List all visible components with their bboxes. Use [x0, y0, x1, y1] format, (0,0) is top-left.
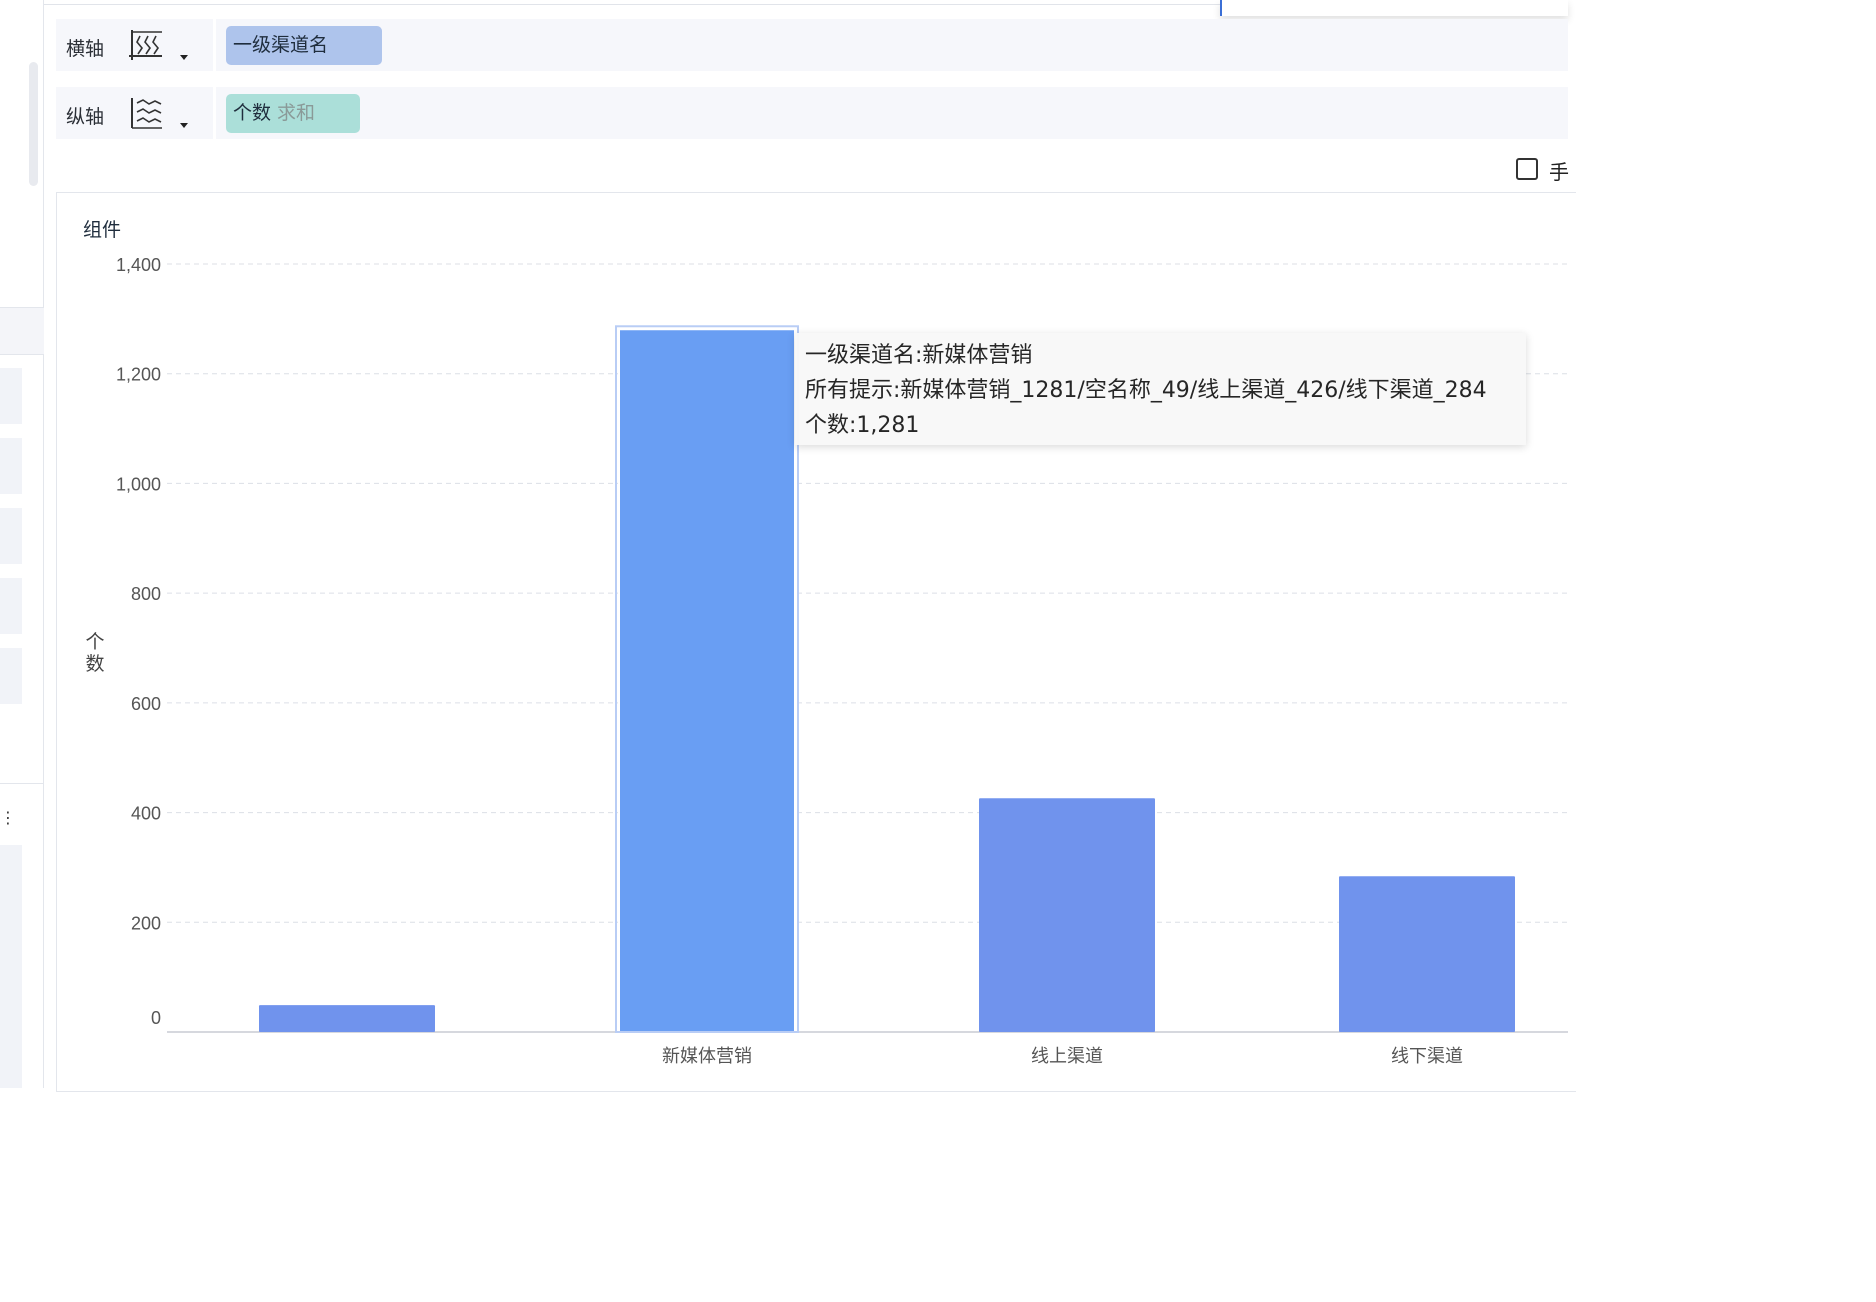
- y-tick-label: 400: [131, 804, 161, 824]
- tooltip-line-category: 一级渠道名:新媒体营销: [805, 343, 1033, 368]
- bar-chart: 0 200 400 600 800 1,000 1,200 1,400 新媒体营销 线上渠道 线下渠…: [116, 255, 1568, 1067]
- tooltip-line-all: 所有提示:新媒体营销_1281/空名称_49/线上渠道_426/线下渠道_284: [805, 378, 1487, 403]
- tooltip-line-value: 个数:1,281: [805, 413, 920, 438]
- y-tick-label: 200: [131, 913, 161, 933]
- bar[interactable]: [618, 328, 796, 1033]
- x-tick-label: 线下渠道: [1391, 1046, 1463, 1067]
- y-tick-label: 800: [131, 584, 161, 604]
- x-tick-label: 新媒体营销: [662, 1046, 752, 1067]
- bar[interactable]: [259, 1005, 435, 1032]
- y-tick-label: 1,000: [116, 474, 161, 494]
- y-tick-label: 600: [131, 694, 161, 714]
- y-tick-label: 0: [151, 1008, 161, 1028]
- chart-tooltip: 一级渠道名:新媒体营销 所有提示:新媒体营销_1281/空名称_49/线上渠道_…: [795, 333, 1526, 445]
- y-tick-label: 1,200: [116, 365, 161, 385]
- y-tick-label: 1,400: [116, 255, 161, 275]
- bar[interactable]: [1339, 876, 1515, 1032]
- x-tick-label: 线上渠道: [1031, 1046, 1103, 1067]
- bar[interactable]: [979, 798, 1155, 1032]
